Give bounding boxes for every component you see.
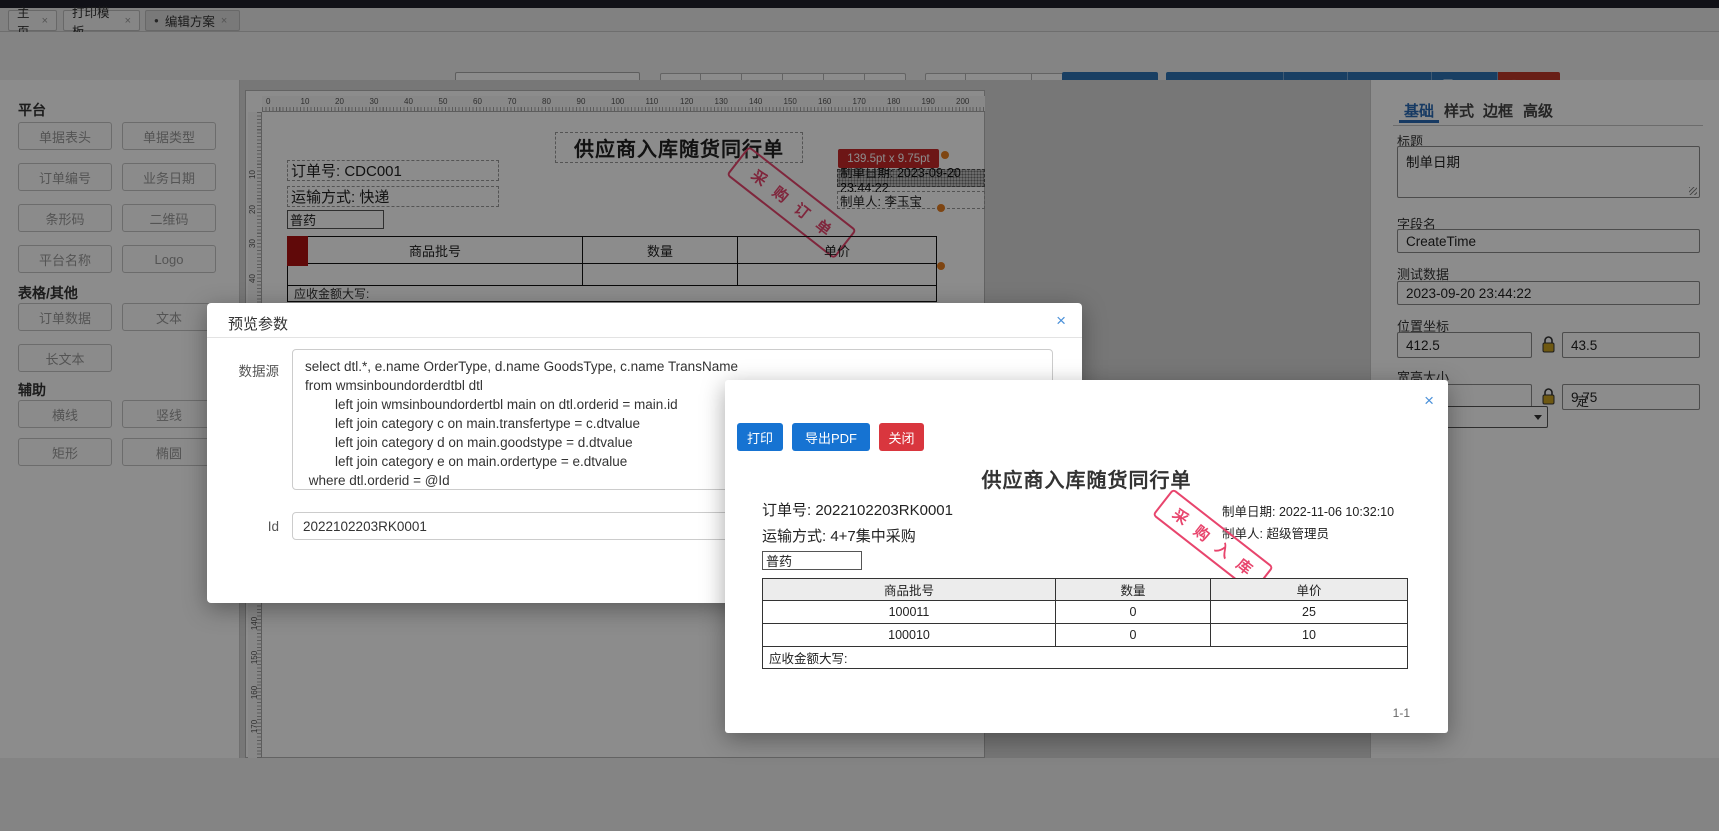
print-button[interactable]: 打印 [737, 423, 783, 451]
cell-qty: 0 [1056, 601, 1211, 623]
preview-make-date: 制单日期: 2022-11-06 10:32:10 [1222, 505, 1395, 519]
preview-th-batch: 商品批号 [763, 579, 1056, 600]
modal-title: 预览参数 [228, 316, 289, 333]
app-root: 主页 × 打印模板 × ● 编辑方案 × 入库随货同行单（列表式）【带 A3 A… [0, 0, 1719, 831]
table-row: 100011 0 25 [763, 601, 1407, 624]
preview-th-qty: 数量 [1056, 579, 1211, 600]
cell-price: 10 [1302, 628, 1316, 642]
cell-qty: 0 [1056, 624, 1211, 646]
preview-drug-type: 普药 [762, 551, 862, 570]
preview-transport: 运输方式: 4+7集中采购 [762, 528, 916, 545]
page-indicator: 1-1 [1392, 706, 1410, 720]
preview-th-price: 单价 [1296, 584, 1322, 598]
table-row: 100010 0 10 [763, 624, 1407, 647]
preview-order-no: 订单号: 2022102203RK0001 [762, 502, 953, 519]
datasource-label: 数据源 [238, 364, 280, 379]
preview-amount-caps: 应收金额大写: [769, 652, 848, 666]
preview-table: 商品批号 数量 单价 100011 0 25 100010 0 10 应收金额大… [762, 578, 1408, 669]
cell-batch: 100011 [763, 601, 1056, 623]
id-label: Id [267, 519, 279, 534]
preview-doc-title: 供应商入库随货同行单 [981, 470, 1192, 492]
close-icon[interactable]: × [1424, 392, 1434, 409]
export-pdf-button[interactable]: 导出PDF [792, 423, 870, 451]
close-preview-button[interactable]: 关闭 [879, 423, 924, 451]
cell-price: 25 [1302, 605, 1316, 619]
modal-header-divider [207, 337, 1082, 338]
cell-batch: 100010 [763, 624, 1056, 646]
close-icon[interactable]: × [1056, 312, 1066, 329]
print-preview-modal: × 打印 导出PDF 关闭 供应商入库随货同行单 订单号: 2022102203… [725, 380, 1448, 733]
